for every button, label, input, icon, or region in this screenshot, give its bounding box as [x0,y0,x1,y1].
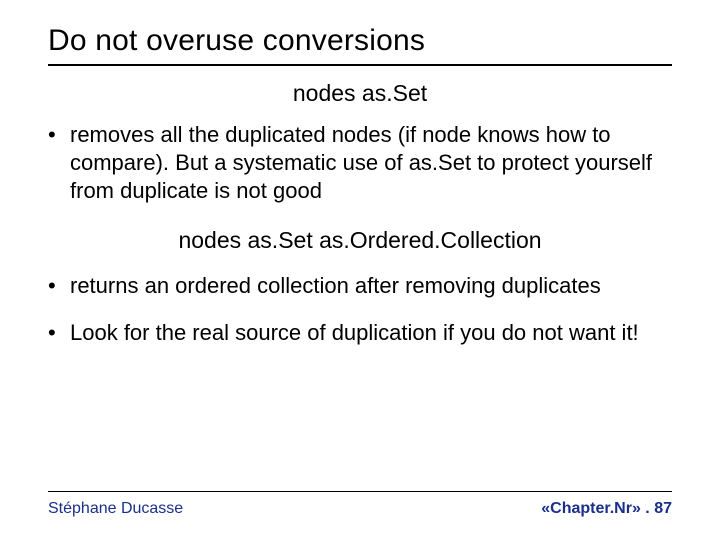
bullet-item: removes all the duplicated nodes (if nod… [48,121,672,205]
slide-title: Do not overuse conversions [48,24,672,58]
bullet-item: returns an ordered collection after remo… [48,272,672,300]
code-snippet-2: nodes as.Set as.Ordered.Collection [48,227,672,254]
bullet-item: Look for the real source of duplication … [48,319,672,347]
footer-row: Stéphane Ducasse «Chapter.Nr» . 87 [48,500,672,518]
bullet-group-2: returns an ordered collection after remo… [48,272,672,346]
code-snippet-1: nodes as.Set [48,80,672,107]
footer: Stéphane Ducasse «Chapter.Nr» . 87 [48,491,672,518]
slide: Do not overuse conversions nodes as.Set … [0,0,720,540]
bullet-group-1: removes all the duplicated nodes (if nod… [48,121,672,205]
footer-divider [48,491,672,492]
footer-author: Stéphane Ducasse [48,500,183,518]
title-divider [48,64,672,66]
footer-page: «Chapter.Nr» . 87 [541,500,672,518]
